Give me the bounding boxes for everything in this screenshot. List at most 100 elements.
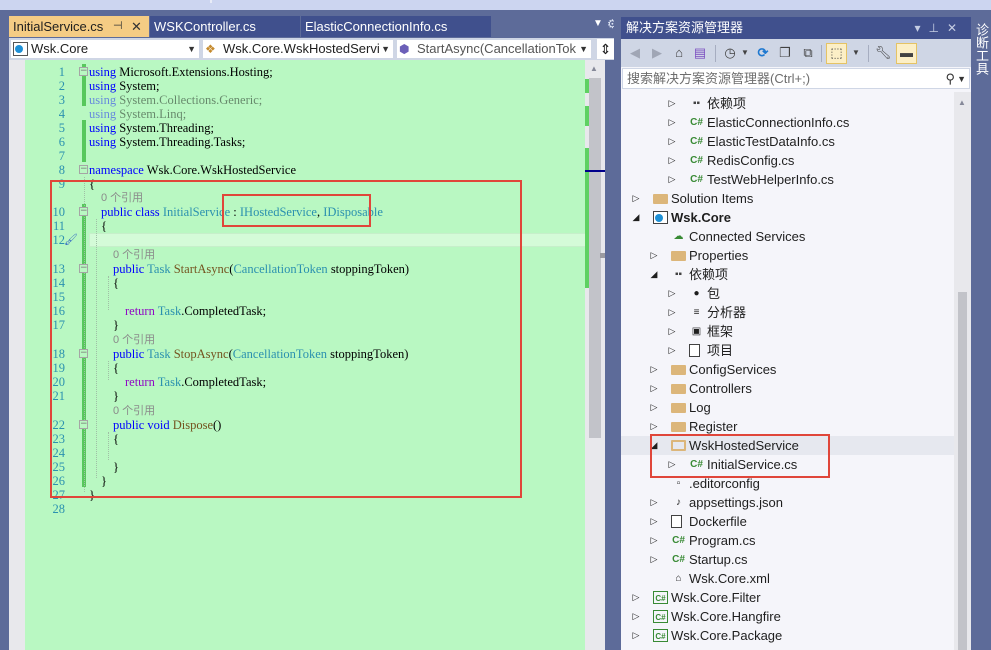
tab-initialservice[interactable]: InitialService.cs ⊣ ✕ [9,16,149,37]
collapsed-arrow-icon[interactable]: ▷ [667,322,677,341]
tree-item-label: Program.cs [689,533,756,548]
collapsed-arrow-icon[interactable]: ▷ [649,360,659,379]
member-dropdown[interactable]: ⬢ StartAsync(CancellationTok ▼ [396,39,592,59]
tree-item[interactable]: ▷ ▪▪ 依赖项 [621,94,954,113]
tree-item[interactable]: ▷ Log [621,398,954,417]
collapsed-arrow-icon[interactable]: ▷ [649,550,659,569]
show-all-files-icon[interactable]: ⧉ [799,44,817,62]
tree-item[interactable]: ◢ ▪▪ 依赖项 [621,265,954,284]
collapsed-arrow-icon[interactable]: ▷ [667,113,677,132]
tree-item-label: Properties [689,248,749,263]
editor-vertical-scrollbar[interactable]: ▲ [585,60,605,650]
code-line[interactable]: 1 − using Microsoft.Extensions.Hosting; [9,65,594,79]
collapsed-arrow-icon[interactable]: ▷ [667,170,677,189]
tree-item[interactable]: ▷ Properties [621,246,954,265]
code-line[interactable]: 6 using System.Threading.Tasks; [9,135,594,149]
tree-item[interactable]: ▷ C# Wsk.Core.Hangfire [621,607,954,626]
tree-item[interactable]: ▷ ▣ 框架 [621,322,954,341]
collapsed-arrow-icon[interactable]: ▷ [631,607,641,626]
tab-wskcontroller[interactable]: WSKController.cs [150,16,300,37]
diagnostic-tools-tab[interactable]: 诊断工具 [974,23,989,75]
code-line[interactable]: 3 using System.Collections.Generic; [9,93,594,107]
collapsed-arrow-icon[interactable]: ▷ [667,341,677,360]
tree-item[interactable]: ▷ Dockerfile [621,512,954,531]
scrollbar-thumb[interactable] [958,292,967,650]
close-icon[interactable]: ✕ [131,16,142,37]
chevron-down-icon[interactable]: ▼ [957,70,966,89]
dropdown-icon[interactable]: ▾ [914,21,928,35]
tree-item[interactable]: ▷ 项目 [621,341,954,360]
tree-item[interactable]: ▷ ConfigServices [621,360,954,379]
code-line[interactable]: 4 using System.Linq; [9,107,594,121]
pin-icon[interactable]: ⊣ [113,16,123,37]
tree-item[interactable]: ⌂ Wsk.Core.xml [621,569,954,588]
tree-item[interactable]: ▷ C# ElasticConnectionInfo.cs [621,113,954,132]
scrollbar-thumb[interactable] [589,78,601,438]
pin-icon[interactable]: ⊥ [928,21,946,35]
properties-wrench-icon[interactable]: 🔧︎ [874,44,892,62]
collapsed-arrow-icon[interactable]: ▷ [649,379,659,398]
collapsed-arrow-icon[interactable]: ▷ [649,398,659,417]
tree-item[interactable]: ▷ Controllers [621,379,954,398]
tree-item[interactable]: ▷ ≡ 分析器 [621,303,954,322]
split-icon[interactable]: ⇕ [597,39,614,59]
type-dropdown[interactable]: ❖ Wsk.Core.WskHostedServi ▼ [202,39,394,59]
tree-item[interactable]: ▷ C# Wsk.Core.Package [621,626,954,645]
vs-solution-icon[interactable]: ▤ [691,44,709,62]
expanded-arrow-icon[interactable]: ◢ [649,265,659,284]
collapsed-arrow-icon[interactable]: ▷ [631,189,641,208]
code-line[interactable]: 28 [9,502,594,516]
tree-item[interactable]: ▷ ● 包 [621,284,954,303]
tree-item-label: Connected Services [689,229,806,244]
collapse-icon[interactable]: − [79,67,88,76]
collapse-all-icon[interactable]: ❐ [776,44,794,62]
collapsed-arrow-icon[interactable]: ▷ [649,512,659,531]
tree-item[interactable]: ▷ C# RedisConfig.cs [621,151,954,170]
scroll-up-icon[interactable]: ▲ [958,98,966,107]
collapse-icon[interactable]: − [79,165,88,174]
divider [210,0,212,3]
expanded-arrow-icon[interactable]: ◢ [631,208,641,227]
tree-item[interactable]: ▷ ♪ appsettings.json [621,493,954,512]
tree-item[interactable]: ▷ C# Wsk.Core.Filter [621,588,954,607]
solution-explorer-scrollbar[interactable]: ▲ [954,92,971,650]
collapsed-arrow-icon[interactable]: ▷ [649,246,659,265]
collapsed-arrow-icon[interactable]: ▷ [667,151,677,170]
dropdown-icon[interactable]: ▼ [847,44,865,62]
code-line[interactable]: 2 using System; [9,79,594,93]
collapsed-arrow-icon[interactable]: ▷ [667,303,677,322]
sync-icon[interactable]: ⟳ [754,44,772,62]
collapsed-arrow-icon[interactable]: ▷ [667,132,677,151]
collapsed-arrow-icon[interactable]: ▷ [631,588,641,607]
collapsed-arrow-icon[interactable]: ▷ [631,626,641,645]
track-active-icon[interactable]: ⬚ [826,43,847,64]
back-icon[interactable]: ◀ [626,44,644,62]
preview-icon[interactable]: ▬ [896,43,917,64]
code-line[interactable]: 5 using System.Threading; [9,121,594,135]
project-dropdown[interactable]: Wsk.Core ▼ [10,39,200,59]
code-line[interactable]: 8 − namespace Wsk.Core.WskHostedService [9,163,594,177]
tab-overflow-dropdown-icon[interactable]: ▼ [593,18,603,29]
tab-elasticconnectioninfo[interactable]: ElasticConnectionInfo.cs [301,16,491,37]
tree-item[interactable]: ▷ C# Program.cs [621,531,954,550]
tree-item[interactable]: ▷ C# TestWebHelperInfo.cs [621,170,954,189]
collapsed-arrow-icon[interactable]: ▷ [667,94,677,113]
tree-item[interactable]: ☁ Connected Services [621,227,954,246]
pane-divider[interactable] [614,10,621,650]
code-text: using System.Threading.Tasks; [89,135,246,149]
dropdown-icon[interactable]: ▼ [736,44,754,62]
scroll-up-icon[interactable]: ▲ [590,64,598,73]
collapsed-arrow-icon[interactable]: ▷ [649,493,659,512]
search-icon[interactable]: ⚲ [945,69,955,88]
close-icon[interactable]: ✕ [947,21,965,35]
tree-item[interactable]: ▷ C# ElasticTestDataInfo.cs [621,132,954,151]
forward-icon[interactable]: ▶ [648,44,666,62]
collapsed-arrow-icon[interactable]: ▷ [667,284,677,303]
home-icon[interactable]: ⌂ [670,44,688,62]
tree-item[interactable]: ▷ Solution Items [621,189,954,208]
tree-item[interactable]: ▷ C# Startup.cs [621,550,954,569]
solution-explorer-search[interactable]: 搜索解决方案资源管理器(Ctrl+;) ⚲ ▼ [622,68,970,89]
collapsed-arrow-icon[interactable]: ▷ [649,531,659,550]
tree-item[interactable]: ◢ Wsk.Core [621,208,954,227]
code-line[interactable]: 7 [9,149,594,163]
